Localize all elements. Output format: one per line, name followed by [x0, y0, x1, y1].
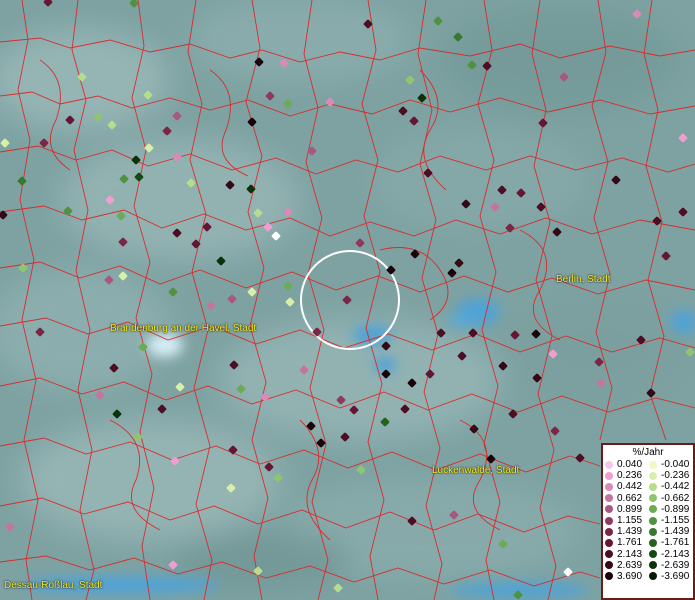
map-canvas[interactable] — [0, 0, 695, 600]
legend-positive-column: 0.040 0.236 0.442 0.662 0.899 1.155 1.439 1.761… — [605, 459, 651, 582]
legend-swatch-icon — [605, 482, 613, 491]
legend-positive-value: 0.442 — [617, 481, 643, 493]
legend-positive-value: 3.690 — [617, 570, 643, 582]
legend-negative-row: -2.143 — [649, 549, 695, 560]
legend-positive-row: 1.155 — [605, 515, 651, 526]
legend-swatch-icon — [649, 561, 657, 570]
legend-swatch-icon — [605, 471, 613, 480]
legend-positive-row: 0.040 — [605, 459, 651, 470]
legend: %/Jahr 0.040 0.236 0.442 0.662 0.899 1.155 1.4… — [601, 443, 695, 600]
legend-swatch-icon — [649, 471, 657, 480]
legend-negative-value: -2.639 — [661, 559, 690, 571]
legend-swatch-icon — [605, 505, 613, 514]
legend-swatch-icon — [605, 460, 613, 469]
legend-negative-value: -1.761 — [661, 537, 690, 549]
legend-swatch-icon — [649, 527, 657, 536]
legend-positive-row: 1.439 — [605, 526, 651, 537]
legend-positive-value: 0.899 — [617, 503, 643, 515]
legend-title: %/Jahr — [632, 447, 664, 458]
legend-negative-value: -0.662 — [661, 492, 690, 504]
legend-negative-row: -0.236 — [649, 470, 695, 481]
legend-negative-value: -0.040 — [661, 459, 690, 471]
legend-swatch-icon — [605, 561, 613, 570]
legend-positive-row: 2.639 — [605, 560, 651, 571]
legend-positive-value: 2.639 — [617, 559, 643, 571]
legend-swatch-icon — [605, 538, 613, 547]
legend-negative-row: -1.761 — [649, 537, 695, 548]
legend-positive-value: 0.236 — [617, 470, 643, 482]
legend-negative-value: -0.236 — [661, 470, 690, 482]
legend-swatch-icon — [649, 550, 657, 559]
legend-swatch-icon — [605, 572, 613, 581]
legend-swatch-icon — [649, 482, 657, 491]
legend-positive-row: 0.442 — [605, 481, 651, 492]
legend-negative-row: -2.639 — [649, 560, 695, 571]
legend-swatch-icon — [605, 527, 613, 536]
legend-negative-row: -0.662 — [649, 493, 695, 504]
legend-swatch-icon — [605, 550, 613, 559]
legend-negative-row: -1.439 — [649, 526, 695, 537]
legend-swatch-icon — [649, 460, 657, 469]
legend-positive-row: 0.899 — [605, 504, 651, 515]
legend-positive-value: 2.143 — [617, 548, 643, 560]
legend-positive-value: 1.439 — [617, 526, 643, 538]
legend-negative-row: -0.442 — [649, 481, 695, 492]
legend-positive-value: 0.662 — [617, 492, 643, 504]
legend-swatch-icon — [649, 538, 657, 547]
legend-negative-value: -0.899 — [661, 503, 690, 515]
legend-swatch-icon — [649, 572, 657, 581]
legend-negative-row: -1.155 — [649, 515, 695, 526]
legend-swatch-icon — [605, 494, 613, 503]
legend-swatch-icon — [649, 494, 657, 503]
legend-swatch-icon — [649, 516, 657, 525]
legend-negative-value: -0.442 — [661, 481, 690, 493]
legend-positive-value: 1.155 — [617, 515, 643, 527]
legend-negative-row: -3.690 — [649, 571, 695, 582]
legend-negative-value: -2.143 — [661, 548, 690, 560]
legend-positive-value: 0.040 — [617, 459, 643, 471]
legend-positive-value: 1.761 — [617, 537, 643, 549]
legend-swatch-icon — [605, 516, 613, 525]
legend-positive-row: 3.690 — [605, 571, 651, 582]
legend-negative-value: -1.155 — [661, 515, 690, 527]
legend-negative-value: -3.690 — [661, 570, 690, 582]
legend-negative-column: -0.040 -0.236 -0.442 -0.662 -0.899 -1.155 -1.4… — [649, 459, 695, 582]
legend-negative-value: -1.439 — [661, 526, 690, 538]
legend-positive-row: 2.143 — [605, 549, 651, 560]
legend-positive-row: 0.662 — [605, 493, 651, 504]
legend-positive-row: 0.236 — [605, 470, 651, 481]
legend-negative-row: -0.899 — [649, 504, 695, 515]
legend-positive-row: 1.761 — [605, 537, 651, 548]
legend-swatch-icon — [649, 505, 657, 514]
legend-negative-row: -0.040 — [649, 459, 695, 470]
